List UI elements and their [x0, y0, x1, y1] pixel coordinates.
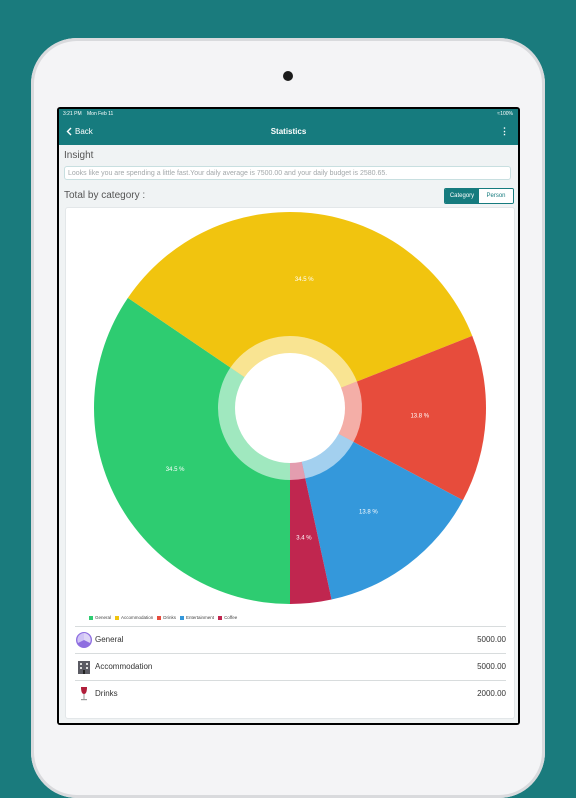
list-item-name: General: [95, 635, 124, 644]
chart-card: 34.5 % 34.5 % 13.8 % 13.8 % 3.4 % General Acc…: [65, 207, 515, 719]
list-item-amount: 5000.00: [477, 662, 506, 671]
general-category-icon: [76, 632, 92, 648]
status-battery: 100%: [500, 111, 513, 117]
legend-swatch: [157, 615, 162, 620]
accommodation-building-icon: [76, 659, 92, 675]
legend-swatch: [89, 615, 93, 620]
status-bar: 3:21 PM Mon Feb 11 ≈ 100%: [59, 109, 518, 119]
page-title: Statistics: [270, 127, 307, 136]
chart-legend: General Accommodation Drinks Entertainment C…: [89, 615, 237, 620]
tab-person[interactable]: Person: [479, 189, 513, 203]
legend-label: Entertainment: [186, 615, 215, 620]
status-date: Mon Feb 11: [87, 111, 114, 117]
legend-label: Drinks: [163, 615, 177, 620]
data-label-accommodation: 34.5 %: [295, 277, 314, 283]
wine-glass-icon: [76, 686, 92, 702]
legend-label: General: [95, 615, 112, 620]
list-item[interactable]: Accommodation 5000.00: [75, 653, 506, 680]
data-label-entertainment: 13.8 %: [359, 510, 378, 516]
data-label-drinks: 13.8 %: [410, 413, 429, 419]
status-time: 3:21 PM: [63, 111, 82, 117]
more-vertical-icon[interactable]: ⋮: [500, 126, 509, 137]
legend-item-drinks: Drinks: [157, 615, 176, 620]
list-item-amount: 5000.00: [477, 635, 506, 644]
legend-item-entertainment: Entertainment: [180, 615, 214, 620]
legend-item-accommodation: Accommodation: [115, 615, 153, 620]
legend-swatch: [115, 615, 120, 620]
data-label-general: 34.5 %: [166, 467, 185, 473]
legend-swatch: [218, 615, 223, 620]
total-heading: Total by category :: [64, 190, 146, 201]
camera-icon: [283, 71, 293, 81]
view-segmented-control: Category Person: [444, 188, 514, 204]
donut-hole: [235, 353, 345, 463]
nav-bar: Back Statistics ⋮: [59, 119, 518, 145]
category-list: General 5000.00 Accommodation 5000.00 Drinks…: [75, 626, 506, 707]
insight-heading: Insight: [64, 150, 94, 161]
legend-label: Accommodation: [121, 615, 154, 620]
list-item-name: Accommodation: [95, 662, 153, 671]
pie-chart: 34.5 % 34.5 % 13.8 % 13.8 % 3.4 %: [94, 211, 487, 604]
screen: 3:21 PM Mon Feb 11 ≈ 100% Back Statistic…: [57, 107, 520, 725]
legend-label: Coffee: [224, 615, 238, 620]
legend-swatch: [180, 615, 185, 620]
list-item[interactable]: Drinks 2000.00: [75, 680, 506, 707]
legend-item-coffee: Coffee: [218, 615, 237, 620]
legend-item-general: General: [89, 615, 111, 620]
list-item[interactable]: General 5000.00: [75, 626, 506, 653]
list-item-amount: 2000.00: [477, 689, 506, 698]
data-label-coffee: 3.4 %: [296, 535, 312, 541]
list-item-name: Drinks: [95, 689, 118, 698]
tab-category[interactable]: Category: [445, 189, 479, 203]
insight-text: Looks like you are spending a little fas…: [64, 166, 511, 180]
main-content: Insight Looks like you are spending a li…: [59, 145, 518, 723]
